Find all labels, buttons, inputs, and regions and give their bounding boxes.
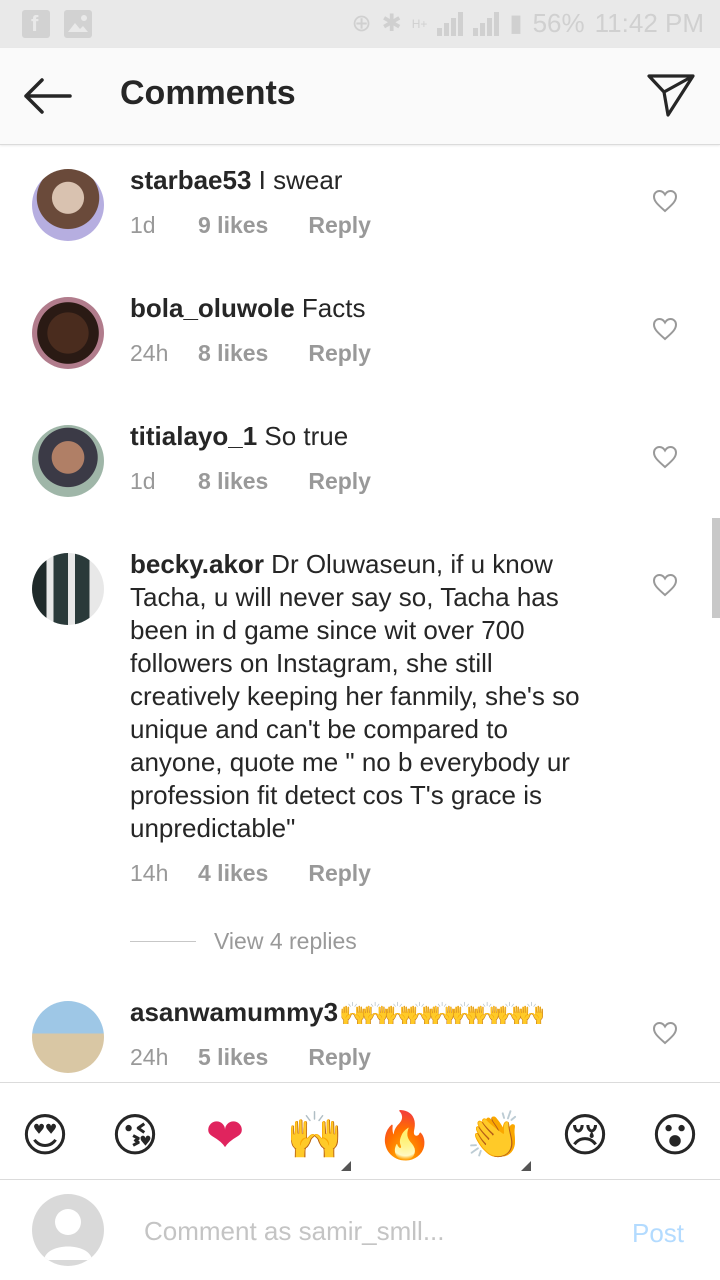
avatar[interactable] <box>32 169 104 241</box>
emoji-quick-bar: 😍 😘 ❤ 🙌 🔥 👏 😢 😮 <box>0 1082 720 1180</box>
skin-tone-indicator-icon <box>521 1161 531 1171</box>
emoji-raised-hands-glyph: 🙌 <box>286 1108 344 1162</box>
avatar[interactable] <box>32 425 104 497</box>
reply-button[interactable]: Reply <box>308 1044 371 1071</box>
avatar[interactable] <box>32 553 104 625</box>
comment-input[interactable]: Comment as samir_smll... <box>144 1216 445 1247</box>
gallery-notification-icon <box>64 10 92 38</box>
bluetooth-icon: ✱ <box>381 10 402 37</box>
reply-button[interactable]: Reply <box>308 212 371 239</box>
direct-send-icon[interactable] <box>646 72 696 118</box>
like-heart-icon[interactable] <box>652 189 678 213</box>
skin-tone-indicator-icon <box>341 1161 351 1171</box>
like-heart-icon[interactable] <box>652 445 678 469</box>
emoji-clapping[interactable]: 👏 <box>465 1105 531 1171</box>
like-heart-icon[interactable] <box>652 1021 678 1045</box>
avatar[interactable] <box>32 297 104 369</box>
comment-username[interactable]: asanwamummy3 <box>130 997 338 1027</box>
emoji-clapping-glyph: 👏 <box>466 1108 524 1162</box>
comment-username[interactable]: starbae53 <box>130 165 251 195</box>
comment-likes[interactable]: 4 likes <box>198 860 268 887</box>
battery-percent: 56% <box>532 8 585 38</box>
emoji-red-heart[interactable]: ❤ <box>195 1105 255 1165</box>
reply-button[interactable]: Reply <box>308 340 371 367</box>
facebook-notification-icon <box>22 10 50 38</box>
comment-text: I swear <box>251 165 343 195</box>
back-arrow-icon[interactable] <box>20 74 74 118</box>
comment-username[interactable]: becky.akor <box>130 549 264 579</box>
comment-text: 🙌🙌🙌🙌🙌🙌🙌🙌🙌 <box>338 1001 546 1026</box>
emoji-heart-eyes[interactable]: 😍 <box>15 1105 75 1165</box>
comment-composer: Comment as samir_smll... Post <box>0 1180 720 1280</box>
comment-likes[interactable]: 8 likes <box>198 340 268 367</box>
comment-username[interactable]: titialayo_1 <box>130 421 257 451</box>
comment-likes[interactable]: 8 likes <box>198 468 268 495</box>
comment-likes[interactable]: 5 likes <box>198 1044 268 1071</box>
emoji-raised-hands[interactable]: 🙌 <box>285 1105 351 1171</box>
view-replies-button[interactable]: View 4 replies <box>130 928 357 955</box>
data-saver-icon: ⊕ <box>351 10 372 37</box>
page-title: Comments <box>120 74 296 112</box>
emoji-crying[interactable]: 😢 <box>555 1105 615 1165</box>
comment-time: 1d <box>130 468 156 494</box>
comment-username[interactable]: bola_oluwole <box>130 293 295 323</box>
emoji-fire[interactable]: 🔥 <box>375 1105 435 1165</box>
scrollbar[interactable] <box>712 518 720 618</box>
avatar[interactable] <box>32 1001 104 1073</box>
emoji-surprised[interactable]: 😮 <box>645 1105 705 1165</box>
battery-icon: ▮ <box>509 10 523 37</box>
comment-likes[interactable]: 9 likes <box>198 212 268 239</box>
clock: 11:42 PM <box>594 8 704 38</box>
top-bar: Comments <box>0 48 720 145</box>
divider <box>130 941 196 942</box>
like-heart-icon[interactable] <box>652 317 678 341</box>
signal-2-icon <box>473 11 500 36</box>
status-bar: ⊕ ✱ H+ ▮ 56% 11:42 PM <box>0 0 720 48</box>
comment-time: 1d <box>130 212 156 238</box>
comment-time: 24h <box>130 1044 169 1070</box>
post-button[interactable]: Post <box>632 1218 684 1249</box>
view-replies-label: View 4 replies <box>214 928 357 954</box>
reply-button[interactable]: Reply <box>308 860 371 887</box>
signal-icon <box>437 11 464 36</box>
my-avatar <box>32 1194 104 1266</box>
network-type: H+ <box>411 16 428 31</box>
comment-text: Facts <box>294 293 366 323</box>
comment-text: Dr Oluwaseun, if u know Tacha, u will ne… <box>130 549 580 843</box>
like-heart-icon[interactable] <box>652 573 678 597</box>
emoji-kiss[interactable]: 😘 <box>105 1105 165 1165</box>
reply-button[interactable]: Reply <box>308 468 371 495</box>
comment-time: 14h <box>130 860 169 886</box>
comment-text: So true <box>257 421 349 451</box>
comment-time: 24h <box>130 340 169 366</box>
